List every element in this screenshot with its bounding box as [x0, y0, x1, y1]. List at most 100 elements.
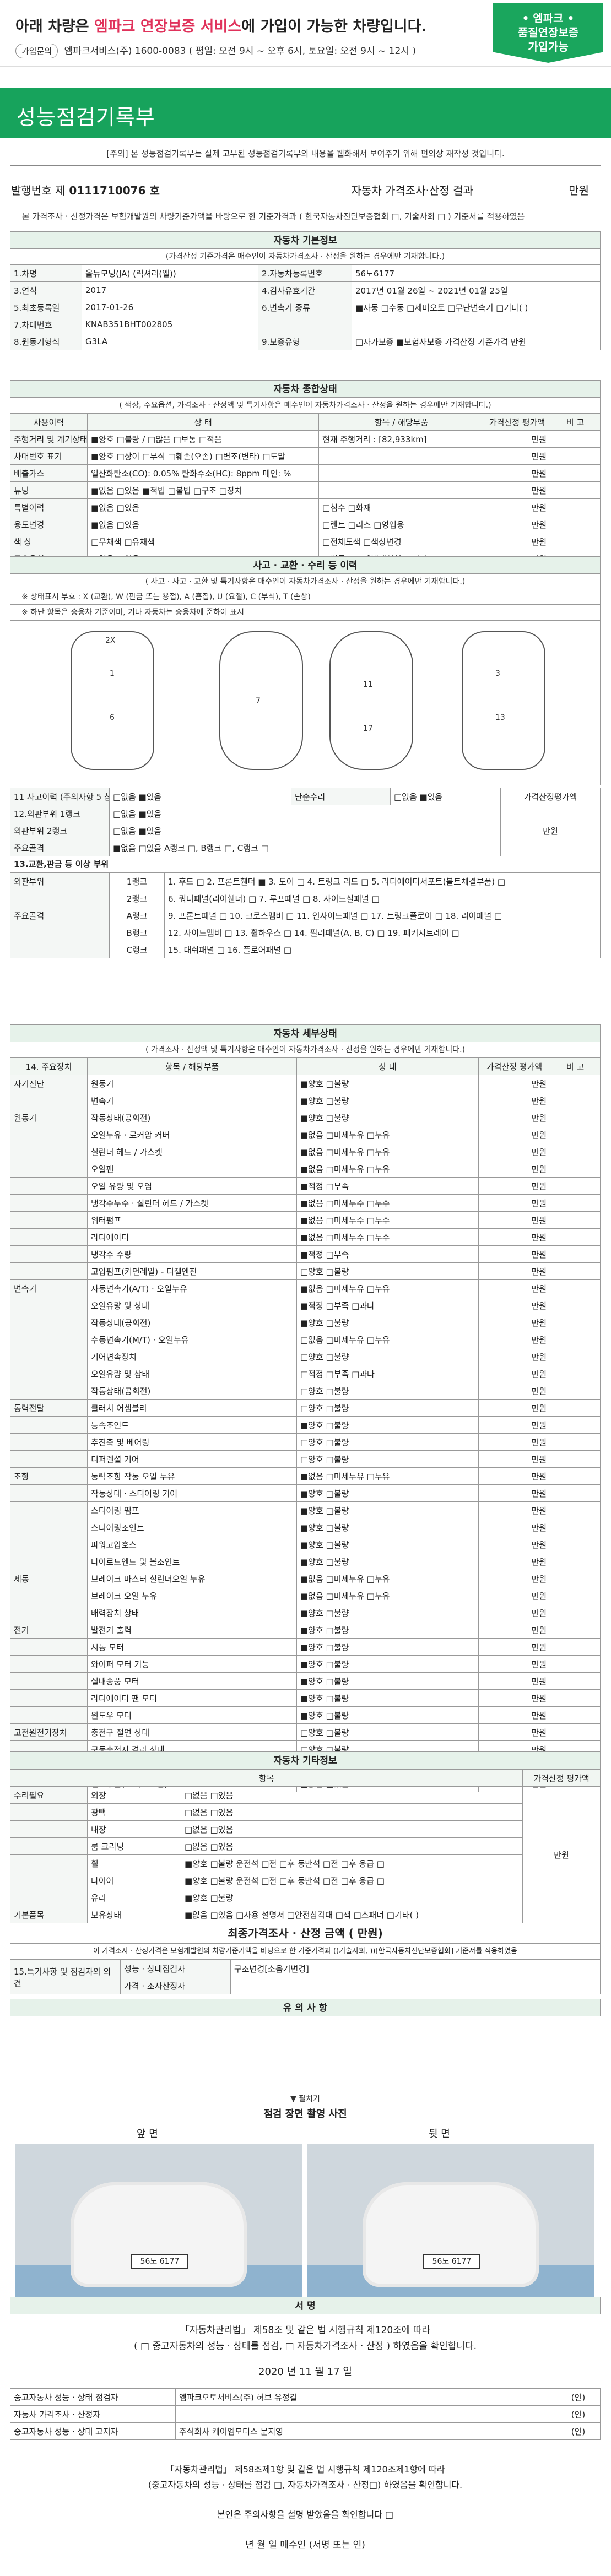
part-status: ■없음 □미세누유 □누유	[296, 1279, 479, 1297]
field-label: 2.자동차등록번호	[258, 264, 352, 282]
part-name: 기어변속장치	[87, 1348, 297, 1365]
part-name: 오일 유량 및 오염	[87, 1177, 297, 1195]
part-price: 만원	[478, 1211, 550, 1229]
field-value: 2017-01-26	[82, 299, 258, 316]
part-remark	[550, 1143, 601, 1160]
group-label	[10, 1820, 88, 1838]
part-status: ■양호 □불량	[296, 1621, 479, 1639]
table-row: 5.최초등록일 2017-01-26 6.변속기 종류 ■자동 □수동 □세미오토 □…	[10, 299, 601, 316]
rank-label: A랭크	[109, 907, 165, 924]
device-group: 전기	[10, 1621, 88, 1639]
sign-p2: ( □ 중고자동차의 성능 · 상태를 점검, □ 자동차가격조사 · 산정 )…	[133, 2341, 477, 2352]
field-value: ■자동 □수동 □세미오토 □무단변속기 □기타( )	[352, 299, 601, 316]
part-status: □적정 □부족 □과다	[296, 1365, 479, 1382]
section-head: 자동차 세부상태	[10, 1024, 601, 1042]
device-group	[10, 1706, 88, 1724]
col-head: 상 태	[87, 413, 319, 431]
part-status: ■없음 □미세누유 □누유	[296, 1570, 479, 1587]
table-row: 전기 발전기 출력 ■양호 □불량 만원	[10, 1621, 601, 1639]
part-name: 윈도우 모터	[87, 1706, 297, 1724]
part-remark	[550, 1245, 601, 1263]
part-status: ■양호 □불량	[296, 1706, 479, 1724]
part-price: 만원	[478, 1706, 550, 1724]
item-remark	[550, 498, 601, 516]
accident-table-wrap: 11 사고이력 (주의사항 5 참조)□없음 ■있음단순수리□없음 ■있음가격산…	[10, 788, 601, 958]
part-price: 만원	[478, 1433, 550, 1451]
item-remark	[550, 464, 601, 482]
item-parts: 현재 주행거리 : [82,933km]	[318, 430, 484, 448]
inspector-label: 성능 · 상태점검자	[120, 1960, 231, 1977]
row-label: 주요골격	[10, 839, 110, 856]
part-status: □없음 □미세누유 □누유	[296, 1331, 479, 1348]
part-price: 만원	[478, 1672, 550, 1690]
contact-text: 엠파크서비스(주) 1600-0083 ( 평일: 오전 9시 ~ 오후 6시,…	[64, 46, 416, 57]
part-status: ■양호 □불량	[296, 1092, 479, 1109]
part-status: ■양호 □불량	[296, 1689, 479, 1707]
item-status: □없음 □있음	[180, 1820, 523, 1838]
part-price: 만원	[478, 1689, 550, 1707]
item-label: 특별이력	[10, 498, 88, 516]
table-row: 11 사고이력 (주의사항 5 참조)□없음 ■있음단순수리□없음 ■있음가격산…	[10, 788, 601, 805]
accident-section: 사고 · 교환 · 수리 등 이력 ( 사고 · 사고 · 교환 및 특기사항은…	[10, 556, 601, 620]
part-status: □양호 □불량	[296, 1348, 479, 1365]
item-remark	[550, 481, 601, 499]
caution-head: 유 의 사 항	[10, 1999, 601, 2016]
svg-text:17: 17	[363, 724, 373, 733]
part-status: ■양호 □불량	[296, 1553, 479, 1570]
part-remark	[550, 1228, 601, 1246]
part-name: 오일누유 · 로커암 커버	[87, 1126, 297, 1143]
item-remark	[550, 447, 601, 465]
signer-seal: (인)	[556, 2422, 601, 2440]
device-group: 원동기	[10, 1109, 88, 1126]
photo-section: ▼ 펼치기 점검 장면 촬영 사진 앞 면 뒷 면 56노 6177 56노 6…	[10, 2093, 601, 2298]
part-status: ■양호 □불량	[296, 1314, 479, 1331]
field-value: 올뉴모닝(JA) (럭셔리(엘))	[82, 264, 258, 282]
part-price: 만원	[478, 1297, 550, 1314]
item-status: ■없음 □있음 □사용 설명서 □안전삼각대 □잭 □스패너 □기타( )	[180, 1906, 523, 1923]
issue-number-value: 0111710076 호	[69, 184, 160, 197]
table-row: 오일팬 ■없음 □미세누유 □누유 만원	[10, 1160, 601, 1178]
svg-text:7: 7	[256, 697, 261, 706]
row-status: □없음 ■있음	[109, 805, 291, 822]
part-remark	[550, 1092, 601, 1109]
item-parts: □렌트 □리스 □영업용	[318, 516, 484, 533]
item-remark	[550, 533, 601, 550]
expand-toggle[interactable]: ▼ 펼치기	[10, 2093, 601, 2104]
table-row: 시동 모터 ■양호 □불량 만원	[10, 1638, 601, 1656]
divider	[10, 165, 601, 166]
device-group	[10, 1177, 88, 1195]
part-remark	[550, 1194, 601, 1212]
basic-info-table: 1.차명 올뉴모닝(JA) (럭셔리(엘)) 2.자동차등록번호 56노6177 3.연…	[10, 264, 601, 350]
price-result-won: 만원	[569, 184, 589, 197]
signer-table: 중고자동차 성능 · 상태 점검자 엠파크오토서비스(주) 허브 유정길 (인) 자…	[10, 2388, 601, 2440]
item-status: ■없음 □있음	[87, 498, 319, 516]
part-remark	[550, 1331, 601, 1348]
rank-items: 1. 후드 □ 2. 프론트휀더 ■ 3. 도어 □ 4. 트렁크 리드 □ 5…	[164, 872, 601, 890]
part-remark	[550, 1365, 601, 1382]
part-remark	[550, 1604, 601, 1621]
group-label: 주요골격	[10, 907, 110, 924]
col-head: 가격산정 평가액	[522, 1769, 601, 1787]
part-price: 만원	[478, 1723, 550, 1741]
part-status: ■양호 □불량	[296, 1519, 479, 1536]
part-name: 워터펌프	[87, 1211, 297, 1229]
table-row: 추진축 및 베어링 □양호 □불량 만원	[10, 1433, 601, 1451]
part-remark	[550, 1587, 601, 1604]
section-head: 자동차 기타정보	[10, 1751, 601, 1769]
device-group: 자기진단	[10, 1075, 88, 1092]
part-remark	[550, 1262, 601, 1280]
part-remark	[550, 1689, 601, 1707]
plate-rear: 56노 6177	[423, 2254, 480, 2269]
row-filler	[291, 805, 501, 822]
part-price: 만원	[478, 1484, 550, 1502]
table-row: 변속기 자동변속기(A/T) · 오일누유 ■없음 □미세누유 □누유 만원	[10, 1279, 601, 1297]
part-name: 디퍼렌셜 기어	[87, 1450, 297, 1468]
table-row: 윈도우 모터 ■양호 □불량 만원	[10, 1706, 601, 1724]
car-side-left	[71, 631, 154, 770]
part-name: 냉각수누수 · 실린더 헤드 / 가스켓	[87, 1194, 297, 1212]
group-label	[10, 1803, 88, 1821]
item-status: ■양호 □불량 운전석 □전 □후 동반석 □전 □후 응급 □	[180, 1872, 523, 1889]
col-head: 상 태	[296, 1057, 479, 1075]
rear-label: 뒷 면	[429, 2128, 450, 2140]
item-price: 만원	[484, 533, 550, 550]
